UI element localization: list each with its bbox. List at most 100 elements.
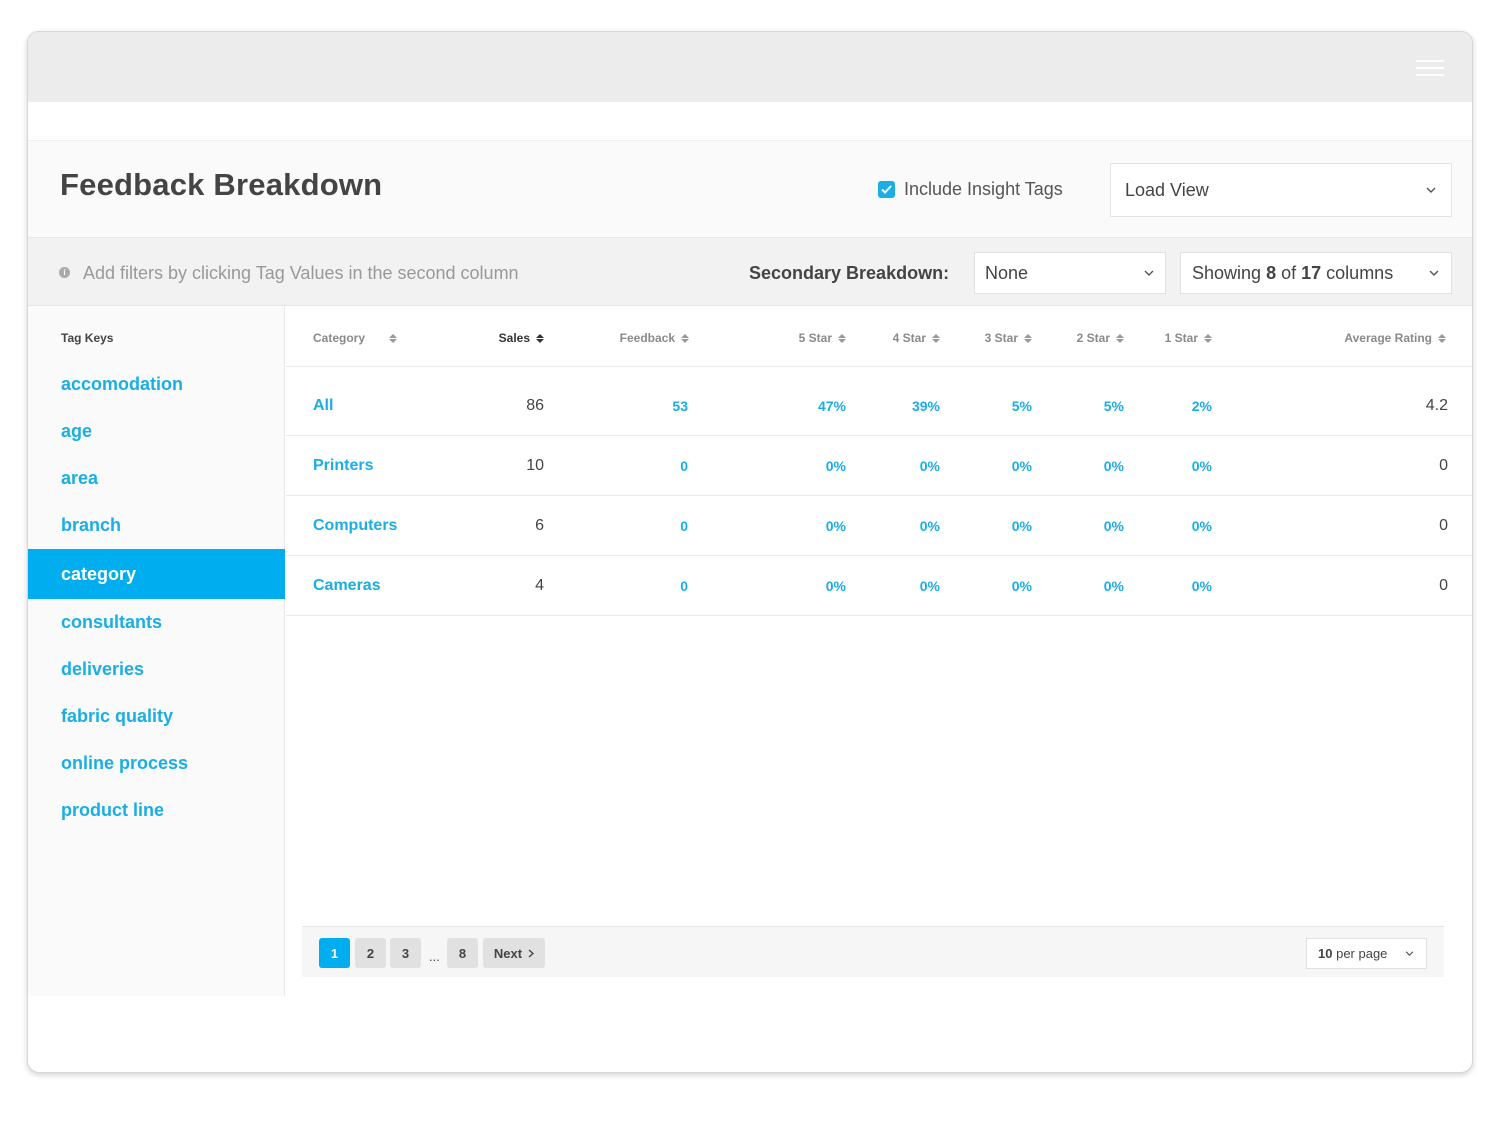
load-view-dropdown[interactable]: Load View [1110, 163, 1452, 217]
category-link[interactable]: Printers [313, 436, 373, 495]
column-header-1-star[interactable]: 1 Star [1165, 331, 1212, 345]
cell-sales: 4 [535, 576, 544, 594]
column-header-2-star[interactable]: 2 Star [1077, 331, 1124, 345]
page-header: Feedback Breakdown Include Insight Tags … [28, 140, 1472, 237]
cell-5-star[interactable]: 47% [818, 376, 846, 435]
cell-2-star[interactable]: 0% [1104, 556, 1124, 615]
info-icon: i [59, 267, 70, 278]
chevron-down-icon [1143, 267, 1155, 279]
cell-1-star[interactable]: 0% [1192, 556, 1212, 615]
category-link[interactable]: Cameras [313, 556, 381, 615]
sort-icon [536, 333, 544, 343]
cell-4-star[interactable]: 39% [912, 376, 940, 435]
sidebar-item-branch[interactable]: branch [28, 502, 285, 549]
per-page-select[interactable]: 10 per page [1306, 938, 1427, 969]
column-header-label: Sales [498, 331, 530, 345]
sidebar-item-deliveries[interactable]: deliveries [28, 646, 285, 693]
breakdown-table: Category Sales Feedback 5 Star 4 Star 3 Star 2… [286, 306, 1472, 996]
cell-sales: 10 [526, 456, 544, 474]
secondary-breakdown-label: Secondary Breakdown: [749, 263, 950, 283]
cell-5-star[interactable]: 0% [826, 556, 846, 615]
sidebar-heading: Tag Keys [61, 331, 114, 345]
checkbox-checked-icon[interactable] [878, 181, 895, 198]
secondary-breakdown-value: None [985, 262, 1029, 283]
cell-5-star[interactable]: 0% [826, 496, 846, 555]
table-header: Category Sales Feedback 5 Star 4 Star 3 Star 2… [286, 306, 1472, 367]
table-row: All 86 53 47% 39% 5% 5% 2% 4.2 [286, 376, 1472, 436]
tag-keys-list: accomodation age area branch category consult… [28, 361, 285, 834]
next-page-button[interactable]: Next [483, 938, 545, 968]
cell-4-star[interactable]: 0% [920, 556, 940, 615]
column-header-3-star[interactable]: 3 Star [985, 331, 1032, 345]
column-header-5-star[interactable]: 5 Star [799, 331, 846, 345]
next-label: Next [493, 945, 523, 961]
chevron-down-icon [1403, 948, 1415, 960]
sidebar-item-consultants[interactable]: consultants [28, 599, 285, 646]
cell-3-star[interactable]: 0% [1012, 496, 1032, 555]
per-page-suffix: per page [1336, 946, 1388, 961]
cell-2-star[interactable]: 5% [1104, 376, 1124, 435]
column-header-label: 2 Star [1076, 331, 1110, 345]
column-header-4-star[interactable]: 4 Star [893, 331, 940, 345]
sort-icon [1024, 333, 1032, 343]
column-header-average-rating[interactable]: Average Rating [1344, 331, 1446, 345]
sidebar-item-age[interactable]: age [28, 408, 285, 455]
cell-3-star[interactable]: 5% [1012, 376, 1032, 435]
sort-icon [681, 333, 689, 343]
columns-select-value: Showing 8 of 17 columns [1192, 262, 1394, 283]
column-header-label: Average Rating [1344, 331, 1432, 345]
sort-icon [1438, 333, 1446, 343]
sidebar-item-online-process[interactable]: online process [28, 740, 285, 787]
column-header-label: 3 Star [984, 331, 1018, 345]
column-header-label: 5 Star [798, 331, 832, 345]
column-header-label: 4 Star [892, 331, 926, 345]
columns-select[interactable]: Showing 8 of 17 columns [1180, 252, 1452, 294]
page-1-button[interactable]: 1 [319, 938, 350, 968]
cell-feedback[interactable]: 0 [680, 556, 688, 615]
table-row: Printers 10 0 0% 0% 0% 0% 0% 0 [286, 436, 1472, 496]
column-header-category[interactable]: Category [313, 331, 398, 345]
filter-hint: Add filters by clicking Tag Values in th… [83, 263, 519, 283]
secondary-breakdown-select[interactable]: None [974, 252, 1166, 294]
cell-sales: 6 [535, 516, 544, 534]
category-link[interactable]: Computers [313, 496, 397, 555]
column-header-feedback[interactable]: Feedback [620, 331, 689, 345]
cell-2-star[interactable]: 0% [1104, 496, 1124, 555]
cell-1-star[interactable]: 0% [1192, 436, 1212, 495]
app-window: Feedback Breakdown Include Insight Tags … [27, 31, 1473, 1073]
hamburger-menu-icon[interactable] [1416, 60, 1444, 76]
sidebar-item-product-line[interactable]: product line [28, 787, 285, 834]
cell-4-star[interactable]: 0% [920, 436, 940, 495]
cell-1-star[interactable]: 0% [1192, 496, 1212, 555]
sidebar-item-area[interactable]: area [28, 455, 285, 502]
cell-sales: 86 [526, 396, 544, 414]
cell-feedback[interactable]: 0 [680, 496, 688, 555]
sidebar-item-accomodation[interactable]: accomodation [28, 361, 285, 408]
filter-bar: i Add filters by clicking Tag Values in … [28, 237, 1472, 306]
chevron-right-icon [528, 948, 535, 958]
page-8-button[interactable]: 8 [447, 938, 478, 968]
sidebar-item-fabric-quality[interactable]: fabric quality [28, 693, 285, 740]
table-row: Computers 6 0 0% 0% 0% 0% 0% 0 [286, 496, 1472, 556]
cell-average-rating: 0 [1439, 576, 1448, 594]
table-row: Cameras 4 0 0% 0% 0% 0% 0% 0 [286, 556, 1472, 616]
load-view-value: Load View [1125, 179, 1209, 200]
cell-average-rating: 4.2 [1425, 396, 1448, 414]
cell-5-star[interactable]: 0% [826, 436, 846, 495]
sort-icon [389, 333, 398, 343]
cell-feedback[interactable]: 0 [680, 436, 688, 495]
cell-2-star[interactable]: 0% [1104, 436, 1124, 495]
tag-keys-sidebar: Tag Keys accomodation age area branch catego… [28, 306, 285, 996]
include-insight-tags-toggle[interactable]: Include Insight Tags [878, 179, 1063, 200]
cell-1-star[interactable]: 2% [1192, 376, 1212, 435]
cell-feedback[interactable]: 53 [672, 376, 688, 435]
cell-3-star[interactable]: 0% [1012, 436, 1032, 495]
pagination-ellipsis: ... [429, 949, 440, 964]
page-2-button[interactable]: 2 [355, 938, 386, 968]
cell-3-star[interactable]: 0% [1012, 556, 1032, 615]
cell-4-star[interactable]: 0% [920, 496, 940, 555]
category-link[interactable]: All [313, 376, 333, 435]
sidebar-item-category[interactable]: category [28, 549, 285, 599]
page-3-button[interactable]: 3 [390, 938, 421, 968]
column-header-sales[interactable]: Sales [499, 331, 544, 345]
